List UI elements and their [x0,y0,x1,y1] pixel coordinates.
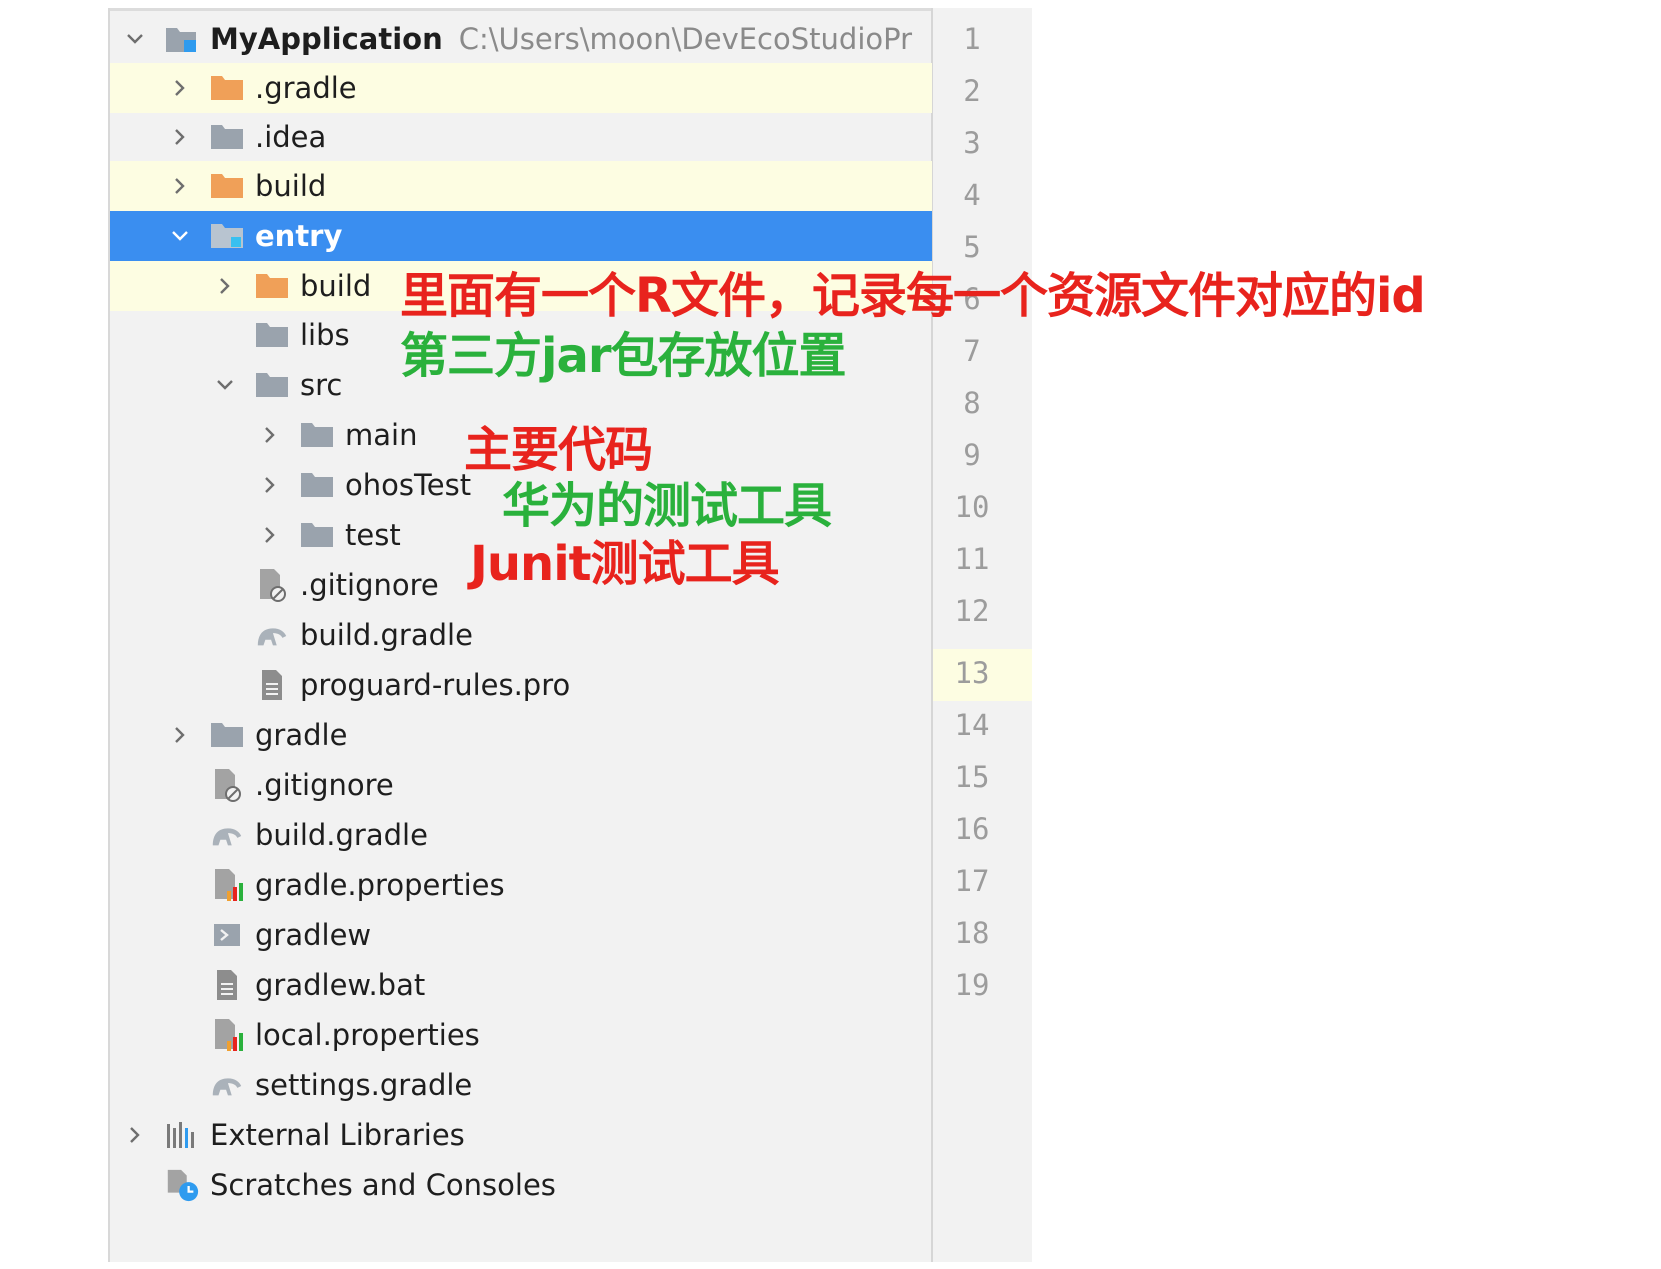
tree-item-label: Scratches and Consoles [210,1168,556,1202]
tree-item-local-properties[interactable]: local.properties [110,1010,932,1060]
folder-icon [209,718,245,752]
line-number: 8 [963,386,981,420]
module-folder-icon [209,219,245,253]
tree-item-build-gradle[interactable]: build.gradle [110,810,932,860]
tree-item-gitignore[interactable]: .gitignore [110,760,932,810]
line-number: 17 [954,864,990,898]
project-path: C:\Users\moon\DevEcoStudioPr [458,22,913,56]
annotation-libs: 第三方jar包存放位置 [400,328,847,384]
properties-file-icon [209,1018,245,1052]
tree-item-label: External Libraries [210,1118,465,1152]
tree-item-label: settings.gradle [255,1068,473,1102]
folder-icon [299,468,335,502]
line-number: 12 [954,594,990,628]
tree-item-label: build [255,169,327,203]
tree-item-external-libraries[interactable]: External Libraries [110,1110,932,1160]
line-number: 7 [963,334,981,368]
folder-icon [299,518,335,552]
chevron-right-icon[interactable] [255,420,285,450]
tree-item-dot-idea[interactable]: .idea [110,112,932,162]
folder-icon [254,318,290,352]
tree-root-myapplication[interactable]: MyApplication C:\Users\moon\DevEcoStudio… [110,14,932,64]
line-number: 18 [954,916,990,950]
tree-item-label: build.gradle [300,618,473,652]
tree-item-label: gradlew [255,918,372,952]
tree-item-label: test [345,518,401,552]
chevron-right-icon[interactable] [165,73,195,103]
tree-item-label: proguard-rules.pro [300,668,571,702]
gradle-elephant-icon [254,618,290,652]
chevron-right-icon[interactable] [165,171,195,201]
line-number: 16 [954,812,990,846]
text-file-icon [209,968,245,1002]
folder-icon [254,368,290,402]
tree-item-label: .gradle [255,71,357,105]
text-file-icon [254,668,290,702]
shell-script-icon [209,918,245,952]
chevron-down-icon[interactable] [120,24,150,54]
line-number: 3 [963,126,981,160]
gradle-elephant-icon [209,818,245,852]
chevron-right-icon[interactable] [255,470,285,500]
tree-item-label: .gitignore [255,768,394,802]
tree-item-label: build.gradle [255,818,428,852]
folder-excluded-icon [209,71,245,105]
tree-item-proguard-rules[interactable]: proguard-rules.pro [110,660,932,710]
project-folder-icon [164,22,200,56]
chevron-down-icon[interactable] [165,221,195,251]
folder-icon [299,418,335,452]
folder-excluded-icon [254,269,290,303]
line-number: 14 [954,708,990,742]
tree-item-gradlew-bat[interactable]: gradlew.bat [110,960,932,1010]
gradle-elephant-icon [209,1068,245,1102]
folder-excluded-icon [209,169,245,203]
line-number: 15 [954,760,990,794]
tree-item-label: libs [300,318,350,352]
gitignore-file-icon [254,568,290,602]
tree-root-label: MyApplication [210,22,443,56]
line-number: 2 [963,74,981,108]
annotation-test: Junit测试工具 [470,536,780,592]
chevron-down-icon[interactable] [210,370,240,400]
chevron-right-icon[interactable] [165,122,195,152]
chevron-right-icon[interactable] [255,520,285,550]
line-number: 9 [963,438,981,472]
panel-top-border [108,8,1032,11]
tree-item-gradle[interactable]: gradle [110,710,932,760]
line-number: 13 [954,656,990,690]
tree-item-gradlew[interactable]: gradlew [110,910,932,960]
tree-item-label: .gitignore [300,568,439,602]
tree-item-gradle-properties[interactable]: gradle.properties [110,860,932,910]
line-number: 1 [963,22,981,56]
tree-item-scratches-and-consoles[interactable]: Scratches and Consoles [110,1160,932,1210]
tree-item-settings-gradle[interactable]: settings.gradle [110,1060,932,1110]
line-number: 11 [954,542,990,576]
tree-item-label: gradlew.bat [255,968,426,1002]
folder-icon [209,120,245,154]
tree-item-label: gradle [255,718,348,752]
chevron-right-icon[interactable] [120,1120,150,1150]
gitignore-file-icon [209,768,245,802]
tree-item-label: local.properties [255,1018,480,1052]
tree-item-dot-gradle[interactable]: .gradle [110,63,932,113]
tree-item-entry-build-gradle[interactable]: build.gradle [110,610,932,660]
line-number: 19 [954,968,990,1002]
line-number: 4 [963,178,981,212]
tree-item-label: ohosTest [345,468,472,502]
properties-file-icon [209,868,245,902]
tree-item-label: entry [255,219,343,253]
line-number: 10 [954,490,990,524]
tree-item-build[interactable]: build [110,161,932,211]
scratches-icon [164,1168,200,1202]
tree-item-label: build [300,269,372,303]
libraries-icon [164,1118,200,1152]
tree-item-entry[interactable]: entry [110,211,932,261]
chevron-right-icon[interactable] [210,271,240,301]
tree-item-label: gradle.properties [255,868,505,902]
chevron-right-icon[interactable] [165,720,195,750]
tree-item-label: src [300,368,343,402]
tree-item-label: .idea [255,120,327,154]
tree-item-label: main [345,418,418,452]
